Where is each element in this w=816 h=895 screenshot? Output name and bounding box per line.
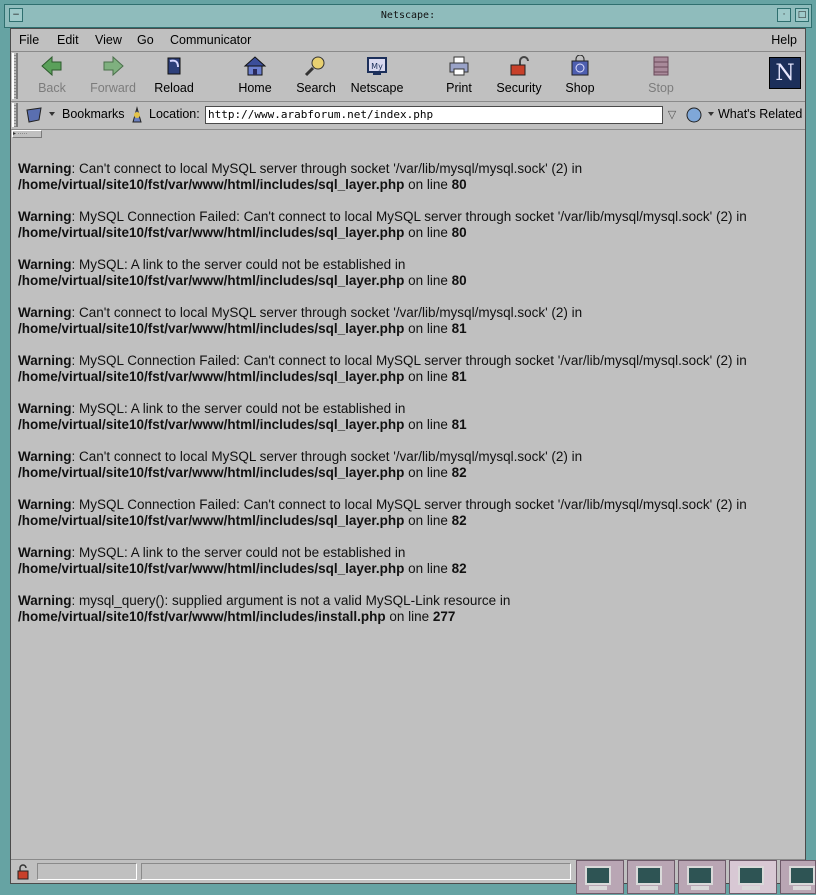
- menu-edit[interactable]: Edit: [57, 33, 79, 47]
- maximize-button[interactable]: □: [795, 8, 809, 22]
- reload-label: Reload: [154, 81, 194, 95]
- toolbar-grip[interactable]: [12, 53, 18, 99]
- taskbar-monitor-icon[interactable]: [729, 860, 777, 894]
- window-frame: − Netscape: · □ File Edit View Go Commun…: [0, 0, 816, 895]
- location-label: Location:: [149, 107, 200, 121]
- taskbar-monitor-icon[interactable]: [780, 860, 816, 894]
- stop-label: Stop: [648, 81, 674, 95]
- stop-icon: [653, 56, 669, 76]
- page-content: Warning: Can't connect to local MySQL se…: [11, 139, 805, 851]
- forward-arrow-icon: [103, 55, 124, 77]
- whats-related-icon[interactable]: [685, 106, 715, 124]
- warning-message: Warning: Can't connect to local MySQL se…: [18, 449, 583, 480]
- menu-file[interactable]: File: [19, 33, 39, 47]
- warning-message: Warning: Can't connect to local MySQL se…: [18, 161, 583, 192]
- browser-window: File Edit View Go Communicator Help Back…: [10, 28, 806, 884]
- warning-message: Warning: MySQL Connection Failed: Can't …: [18, 353, 747, 384]
- status-text-field: [141, 863, 571, 880]
- home-icon: [243, 56, 267, 76]
- shop-icon: [571, 55, 589, 76]
- navigation-toolbar: Back Forward Reload Home Search My Netsc…: [11, 51, 805, 102]
- back-arrow-icon: [41, 55, 62, 77]
- svg-text:My: My: [371, 62, 383, 71]
- title-bar[interactable]: − Netscape: · □: [4, 4, 812, 28]
- home-button[interactable]: Home: [225, 53, 285, 99]
- print-button[interactable]: Print: [429, 53, 489, 99]
- url-input[interactable]: http://www.arabforum.net/index.php: [205, 106, 663, 124]
- url-dropdown-icon[interactable]: ▽: [665, 106, 679, 124]
- taskbar-monitor-icon[interactable]: [627, 860, 675, 894]
- back-label: Back: [38, 81, 66, 95]
- security-lock-icon[interactable]: [15, 864, 31, 880]
- back-button[interactable]: Back: [22, 53, 82, 99]
- bookmarks-icon[interactable]: [25, 106, 55, 124]
- forward-label: Forward: [90, 81, 136, 95]
- location-toolbar: Bookmarks Location: http://www.arabforum…: [11, 101, 805, 130]
- forward-button[interactable]: Forward: [83, 53, 143, 99]
- home-label: Home: [238, 81, 272, 95]
- netscape-button[interactable]: My Netscape: [347, 53, 407, 99]
- security-button[interactable]: Security: [489, 53, 549, 99]
- padlock-icon: [510, 56, 529, 76]
- minimize-button[interactable]: ·: [777, 8, 791, 22]
- collapsed-toolbar-tab[interactable]: ▸ ·····: [11, 129, 805, 139]
- location-page-icon[interactable]: [129, 106, 145, 124]
- taskbar-monitor-icon[interactable]: [678, 860, 726, 894]
- warning-message: Warning: MySQL Connection Failed: Can't …: [18, 209, 747, 240]
- reload-icon: [167, 57, 181, 75]
- warning-message: Warning: MySQL: A link to the server cou…: [18, 401, 467, 432]
- warning-message: Warning: Can't connect to local MySQL se…: [18, 305, 583, 336]
- reload-button[interactable]: Reload: [144, 53, 204, 99]
- bookmarks-label[interactable]: Bookmarks: [62, 107, 125, 121]
- search-label: Search: [296, 81, 336, 95]
- netscape-label: Netscape: [350, 81, 404, 95]
- taskbar-monitor-icon[interactable]: [576, 860, 624, 894]
- netscape-icon: My: [367, 57, 387, 75]
- window-title: Netscape:: [380, 10, 436, 21]
- location-grip[interactable]: [12, 103, 18, 127]
- menu-help[interactable]: Help: [771, 33, 797, 47]
- progress-field: [37, 863, 137, 880]
- warning-message: Warning: MySQL: A link to the server cou…: [18, 257, 467, 288]
- warning-message: Warning: MySQL: A link to the server cou…: [18, 545, 467, 576]
- shop-button[interactable]: Shop: [550, 53, 610, 99]
- warning-message: Warning: mysql_query(): supplied argumen…: [18, 593, 511, 624]
- netscape-logo[interactable]: N: [769, 57, 801, 89]
- stop-button[interactable]: Stop: [631, 53, 691, 99]
- shop-label: Shop: [565, 81, 595, 95]
- printer-icon: [449, 56, 469, 76]
- security-label: Security: [496, 81, 542, 95]
- print-label: Print: [446, 81, 472, 95]
- menu-communicator[interactable]: Communicator: [170, 33, 251, 47]
- menu-go[interactable]: Go: [137, 33, 154, 47]
- warning-message: Warning: MySQL Connection Failed: Can't …: [18, 497, 747, 528]
- search-button[interactable]: Search: [286, 53, 346, 99]
- whats-related-label[interactable]: What's Related: [718, 107, 802, 121]
- menu-bar: File Edit View Go Communicator Help: [11, 29, 805, 52]
- search-icon: [304, 56, 325, 77]
- menu-view[interactable]: View: [95, 33, 122, 47]
